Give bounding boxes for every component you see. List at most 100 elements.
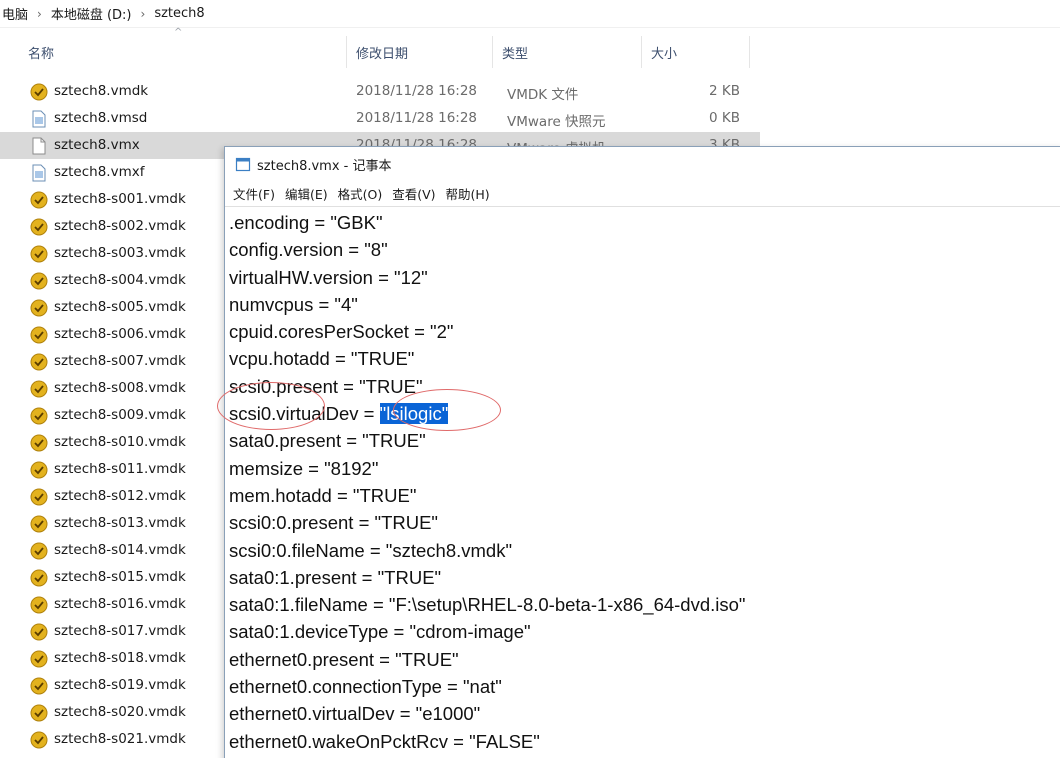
vmdk-icon <box>30 704 48 722</box>
vmdk-icon <box>30 218 48 236</box>
notepad-text-area[interactable]: .encoding = "GBK" config.version = "8" vir… <box>225 209 1060 758</box>
breadcrumb-item-pc[interactable]: 电脑 <box>2 4 28 23</box>
file-name: sztech8-s004.vmdk <box>54 272 186 288</box>
vmdk-icon <box>30 731 48 749</box>
file-date: 2018/11/28 16:28 <box>356 83 478 99</box>
text-line: ethernet0.present = "TRUE" <box>229 648 459 670</box>
text-line: mem.hotadd = "TRUE" <box>229 484 417 506</box>
breadcrumb-item-drive[interactable]: 本地磁盘 (D:) <box>51 4 132 23</box>
file-name: sztech8-s017.vmdk <box>54 623 186 639</box>
text-line: config.version = "8" <box>229 239 388 261</box>
breadcrumb: 电脑 › 本地磁盘 (D:) › sztech8 <box>0 0 1060 28</box>
text-line: memsize = "8192" <box>229 457 379 479</box>
file-name: sztech8-s007.vmdk <box>54 353 186 369</box>
notepad-titlebar[interactable]: sztech8.vmx - 记事本 <box>225 147 1060 181</box>
vmdk-icon <box>30 515 48 533</box>
file-name: sztech8-s016.vmdk <box>54 596 186 612</box>
file-name: sztech8-s008.vmdk <box>54 380 186 396</box>
doc-icon <box>32 110 46 128</box>
text-line: ethernet0.virtualDev = "e1000" <box>229 703 481 725</box>
text-line: ethernet0.connectionType = "nat" <box>229 676 502 698</box>
file-name: sztech8-s015.vmdk <box>54 569 186 585</box>
column-header-type[interactable]: 类型 <box>494 36 642 68</box>
vmdk-icon <box>30 650 48 668</box>
notepad-icon <box>235 157 251 171</box>
file-name: sztech8-s010.vmdk <box>54 434 186 450</box>
vmdk-icon <box>30 596 48 614</box>
file-name: sztech8-s001.vmdk <box>54 191 186 207</box>
file-name: sztech8-s018.vmdk <box>54 650 186 666</box>
text-line: scsi0.present = "TRUE" <box>229 375 423 397</box>
file-name: sztech8.vmdk <box>54 83 149 99</box>
file-name: sztech8-s012.vmdk <box>54 488 186 504</box>
file-icon <box>32 137 46 155</box>
text-line: sata0:1.fileName = "F:\setup\RHEL-8.0-be… <box>229 594 746 616</box>
vmdk-icon <box>30 569 48 587</box>
notepad-title: sztech8.vmx - 记事本 <box>257 158 392 174</box>
vmdk-icon <box>30 677 48 695</box>
vmdk-icon <box>30 245 48 263</box>
file-name: sztech8-s003.vmdk <box>54 245 186 261</box>
column-header-date[interactable]: 修改日期 <box>348 36 493 68</box>
text-line: sata0.present = "TRUE" <box>229 430 426 452</box>
vmdk-icon <box>30 623 48 641</box>
notepad-window: sztech8.vmx - 记事本 文件(F) 编辑(E) 格式(O) 查看(V… <box>217 146 1060 758</box>
column-header-name[interactable]: 名称 <box>20 36 347 68</box>
vmdk-icon <box>30 299 48 317</box>
text-line: scsi0.virtualDev = "lsilogic" <box>229 400 1060 427</box>
text-line-prefix: scsi0.virtualDev = <box>229 403 380 425</box>
text-line: ethernet0.wakeOnPcktRcv = "FALSE" <box>229 730 540 752</box>
file-name: sztech8-s006.vmdk <box>54 326 186 342</box>
vmdk-icon <box>30 191 48 209</box>
text-line: numvcpus = "4" <box>229 293 358 315</box>
file-name: sztech8-s013.vmdk <box>54 515 186 531</box>
chevron-right-icon: › <box>37 6 42 21</box>
vmdk-icon <box>30 434 48 452</box>
menu-help[interactable]: 帮助(H) <box>446 184 490 203</box>
chevron-right-icon: › <box>140 6 146 21</box>
vmdk-icon <box>30 83 48 101</box>
vmdk-icon <box>30 542 48 560</box>
file-row[interactable]: sztech8.vmdk 2018/11/28 16:28 VMDK 文件 2 KB <box>0 78 760 105</box>
file-name: sztech8-s020.vmdk <box>54 704 186 720</box>
file-name: sztech8-s002.vmdk <box>54 218 186 234</box>
breadcrumb-item-folder[interactable]: sztech8 <box>154 6 204 21</box>
doc-icon <box>32 164 46 182</box>
file-name: sztech8-s009.vmdk <box>54 407 186 423</box>
file-name: sztech8-s014.vmdk <box>54 542 186 558</box>
vmdk-icon <box>30 407 48 425</box>
file-date: 2018/11/28 16:28 <box>356 110 478 126</box>
menu-view[interactable]: 查看(V) <box>392 184 435 203</box>
text-line: scsi0:0.fileName = "sztech8.vmdk" <box>229 539 513 561</box>
text-line: vcpu.hotadd = "TRUE" <box>229 348 415 370</box>
file-name: sztech8-s011.vmdk <box>54 461 186 477</box>
column-header-size[interactable]: 大小 <box>643 36 750 68</box>
file-name: sztech8-s019.vmdk <box>54 677 186 693</box>
file-size: 2 KB <box>709 83 740 99</box>
vmdk-icon <box>30 461 48 479</box>
vmdk-icon <box>30 380 48 398</box>
selected-text[interactable]: "lsilogic" <box>379 403 449 425</box>
text-line: sata0:1.present = "TRUE" <box>229 566 442 588</box>
menu-file[interactable]: 文件(F) <box>233 184 275 203</box>
file-type: VMDK 文件 <box>507 87 579 103</box>
file-name: sztech8-s021.vmdk <box>54 731 186 747</box>
menu-edit[interactable]: 编辑(E) <box>285 184 328 203</box>
text-line: scsi0:0.present = "TRUE" <box>229 512 439 534</box>
menu-format[interactable]: 格式(O) <box>338 184 383 203</box>
text-line: .encoding = "GBK" <box>229 212 383 233</box>
file-name: sztech8-s005.vmdk <box>54 299 186 315</box>
file-size: 0 KB <box>709 110 740 126</box>
text-line: cpuid.coresPerSocket = "2" <box>229 321 454 343</box>
vmdk-icon <box>30 326 48 344</box>
file-row[interactable]: sztech8.vmsd 2018/11/28 16:28 VMware 快照元 0 … <box>0 105 760 132</box>
text-line: sata0:1.deviceType = "cdrom-image" <box>229 621 531 643</box>
vmdk-icon <box>30 488 48 506</box>
file-name: sztech8.vmxf <box>54 164 145 180</box>
notepad-menubar: 文件(F) 编辑(E) 格式(O) 查看(V) 帮助(H) <box>225 181 1060 207</box>
file-type: VMware 快照元 <box>507 114 606 130</box>
file-name: sztech8.vmsd <box>54 110 148 126</box>
file-name: sztech8.vmx <box>54 137 140 153</box>
vmdk-icon <box>30 272 48 290</box>
vmdk-icon <box>30 353 48 371</box>
